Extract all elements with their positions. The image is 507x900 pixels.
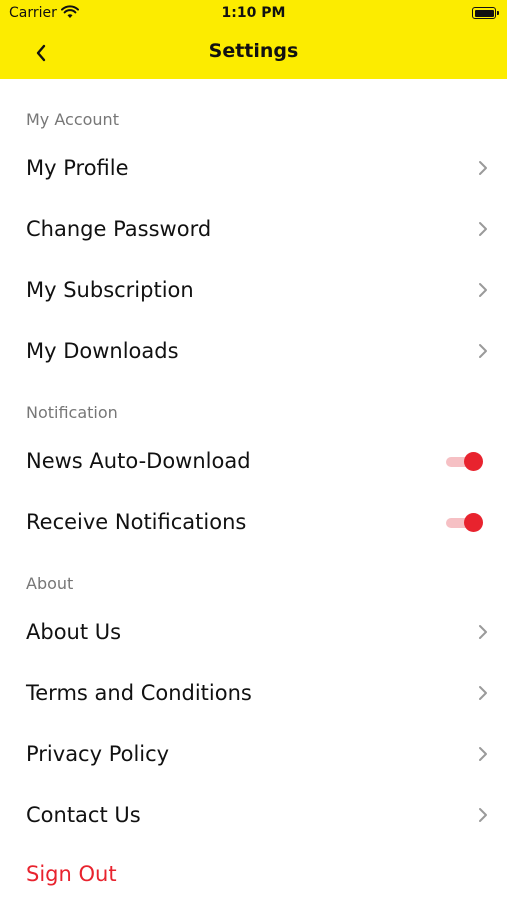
receive-notifications-toggle[interactable] [446,512,484,532]
settings-item-label: About Us [26,620,122,644]
section-label-notification: Notification [26,403,118,422]
settings-item-contact-us[interactable]: Contact Us [0,790,507,840]
chevron-right-icon [479,747,487,761]
settings-item-my-subscription[interactable]: My Subscription [0,265,507,315]
chevron-right-icon [479,161,487,175]
settings-item-label: My Profile [26,156,129,180]
status-time: 1:10 PM [221,5,286,21]
chevron-right-icon [479,686,487,700]
settings-item-label: Change Password [26,217,212,241]
chevron-right-icon [479,625,487,639]
settings-item-receive-notifications: Receive Notifications [0,497,507,547]
chevron-right-icon [479,283,487,297]
settings-item-about-us[interactable]: About Us [0,607,507,657]
settings-item-label: Terms and Conditions [26,681,252,705]
status-bar: Carrier 1:10 PM [0,0,507,28]
sign-out-button[interactable]: Sign Out [26,862,117,886]
news-auto-download-toggle[interactable] [446,451,484,471]
settings-item-label: Privacy Policy [26,742,170,766]
settings-item-label: My Downloads [26,339,179,363]
section-label-my-account: My Account [26,110,119,129]
settings-item-news-auto-download: News Auto-Download [0,436,507,486]
nav-bar: Settings [0,28,507,79]
section-label-about: About [26,574,74,593]
settings-item-terms-and-conditions[interactable]: Terms and Conditions [0,668,507,718]
header: Carrier 1:10 PM Settings [0,0,507,79]
settings-item-change-password[interactable]: Change Password [0,204,507,254]
page-title: Settings [208,40,299,62]
chevron-right-icon [479,222,487,236]
settings-item-label: My Subscription [26,278,194,302]
settings-item-my-profile[interactable]: My Profile [0,143,507,193]
battery-icon [472,7,499,19]
chevron-right-icon [479,808,487,822]
settings-item-label: Contact Us [26,803,141,827]
settings-item-my-downloads[interactable]: My Downloads [0,326,507,376]
settings-item-label: News Auto-Download [26,449,251,473]
settings-item-label: Receive Notifications [26,510,247,534]
chevron-right-icon [479,344,487,358]
settings-item-privacy-policy[interactable]: Privacy Policy [0,729,507,779]
